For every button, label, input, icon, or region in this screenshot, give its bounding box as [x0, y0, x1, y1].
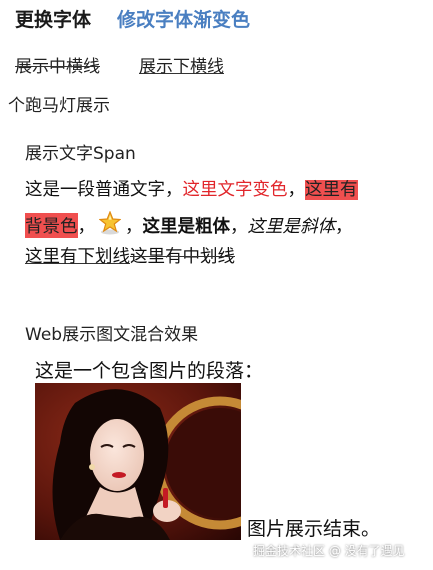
- comma: ，: [287, 180, 306, 200]
- star-icon: [98, 209, 122, 235]
- span-line-1: 这是一段普通文字，这里文字变色，这里有: [25, 176, 358, 201]
- comma: ，: [230, 217, 248, 237]
- italic-text: 这里是斜体: [247, 217, 336, 237]
- background-text-cont: 背景色: [25, 213, 78, 238]
- background-text: 这里有: [305, 180, 358, 200]
- change-font-gradient-button[interactable]: 修改字体渐变色: [117, 5, 250, 32]
- colored-text: 这里文字变色: [182, 180, 288, 200]
- underline-demo-button[interactable]: 展示下横线: [139, 52, 224, 77]
- underline-text: 这里有下划线: [25, 247, 130, 267]
- paragraph-end: 图片展示结束。: [247, 518, 381, 540]
- comma: ，: [77, 217, 96, 237]
- span-line-3: 这里有下划线这里有中划线: [25, 243, 235, 268]
- watermark: 掘金技术社区 @ 没有了遇见: [253, 544, 405, 558]
- span-line-2: 背景色， ，这里是粗体，这里是斜体，: [25, 209, 353, 238]
- web-section-title: Web展示图文混合效果: [25, 325, 199, 345]
- marquee-text: 个跑马灯展示: [8, 96, 110, 116]
- normal-text: 这是一段普通文字，: [25, 180, 183, 200]
- change-font-button[interactable]: 更换字体: [15, 5, 91, 32]
- strike-text: 这里有中划线: [130, 247, 235, 267]
- comma: ，: [125, 217, 143, 237]
- comma: ，: [335, 217, 353, 237]
- paragraph-start: 这是一个包含图片的段落：: [35, 360, 264, 382]
- strike-demo-button[interactable]: 展示中横线: [15, 52, 100, 77]
- portrait-photo: [35, 383, 241, 540]
- bold-text: 这里是粗体: [142, 217, 231, 237]
- span-section-title: 展示文字Span: [25, 144, 136, 164]
